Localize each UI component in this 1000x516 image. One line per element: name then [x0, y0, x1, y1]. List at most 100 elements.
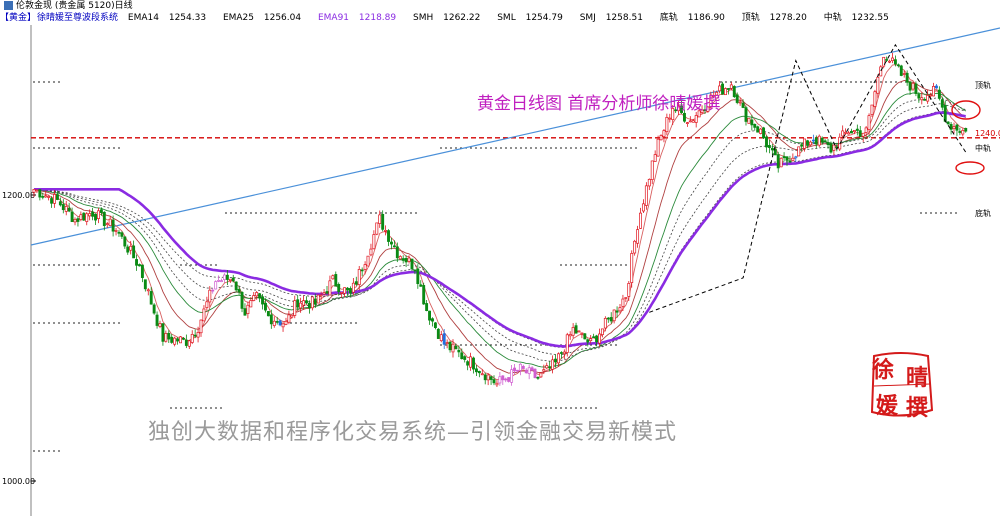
candle [905, 72, 909, 83]
candle [724, 88, 727, 96]
candle [902, 73, 906, 75]
candle [644, 185, 648, 206]
candle [439, 334, 443, 342]
moving-average-line [34, 110, 966, 348]
candle [88, 213, 92, 217]
candle [76, 218, 80, 222]
candle [111, 219, 115, 232]
highlight-circle [955, 161, 985, 175]
candle [721, 83, 725, 95]
candle [442, 333, 446, 345]
candle [483, 374, 487, 381]
indicator-ema25: EMA25 1256.04 [223, 13, 308, 23]
candle [861, 132, 865, 137]
candle [381, 213, 385, 230]
indicator-smh: SMH 1262.22 [413, 13, 487, 23]
candle [307, 302, 311, 309]
candle [199, 319, 203, 334]
candle [914, 83, 918, 94]
candle [217, 280, 221, 282]
candle [574, 325, 578, 334]
candle [120, 232, 124, 237]
candle [850, 130, 853, 134]
candle [908, 81, 912, 91]
candle [477, 370, 481, 374]
candle [932, 86, 935, 97]
candle [354, 281, 358, 285]
candle [237, 289, 241, 293]
indicator-value: 1278.20 [769, 13, 807, 23]
candle [759, 128, 763, 134]
candle [149, 291, 153, 305]
candle [565, 334, 569, 353]
candle [949, 124, 953, 130]
candle [624, 297, 628, 299]
candle [407, 257, 411, 262]
candle [97, 210, 100, 219]
candle [557, 353, 560, 364]
candle [202, 308, 206, 322]
candle [888, 60, 892, 63]
candle [598, 333, 601, 344]
candle [328, 280, 332, 296]
app-icon [4, 1, 13, 10]
candle [964, 127, 968, 132]
candle [47, 195, 51, 198]
candle [533, 368, 537, 379]
candle [469, 356, 473, 368]
candle [360, 269, 364, 272]
title-bar: 伦敦金现 (贵金属 5120)日线 [0, 0, 1000, 12]
candle [366, 255, 370, 267]
candle [340, 292, 344, 294]
candle [735, 94, 739, 103]
candle [521, 365, 525, 369]
candle [246, 304, 250, 314]
seal-char: 撰 [906, 395, 929, 421]
candle [293, 300, 297, 316]
chart-headline: 黄金日线图 首席分析师徐晴媛撰 [477, 94, 721, 114]
candle [750, 119, 754, 126]
candle [32, 189, 36, 193]
candle [275, 321, 279, 323]
candle [390, 241, 393, 245]
candle [460, 352, 464, 360]
candle [770, 147, 774, 151]
candle [580, 332, 584, 335]
candle [492, 379, 496, 384]
candle [281, 323, 285, 328]
candle [885, 59, 889, 61]
candle [416, 268, 420, 284]
candle [249, 300, 253, 308]
candle [135, 259, 138, 266]
indicator-bottom-band: 底轨 1186.90 [660, 13, 732, 23]
candle [190, 333, 194, 343]
candle [261, 296, 264, 305]
candle [896, 64, 900, 67]
symbol-label[interactable]: 【黄金】 [0, 13, 36, 23]
candle [322, 292, 326, 295]
top-band-label: 顶轨 [975, 80, 991, 90]
candle [551, 359, 555, 370]
indicator-label: SMH [413, 13, 434, 23]
candle [820, 137, 824, 143]
indicator-label: EMA14 [127, 13, 159, 23]
candle [140, 264, 144, 278]
candle [170, 336, 174, 343]
candle [554, 358, 557, 363]
candle [791, 157, 795, 161]
indicator-label: EMA25 [222, 13, 254, 23]
candle [108, 218, 112, 227]
candle [457, 349, 461, 353]
candle [173, 337, 177, 345]
candle [474, 368, 478, 373]
candle [252, 295, 256, 301]
candle [228, 278, 232, 281]
seal-char: 媛 [876, 393, 899, 419]
candle [879, 66, 883, 77]
candle [498, 376, 502, 384]
candle [926, 95, 930, 102]
seal-char: 晴 [906, 365, 929, 391]
candle [472, 357, 475, 370]
price-label: 1240.00 [975, 129, 1000, 138]
y-tick-label: 1000.00 [2, 477, 35, 486]
